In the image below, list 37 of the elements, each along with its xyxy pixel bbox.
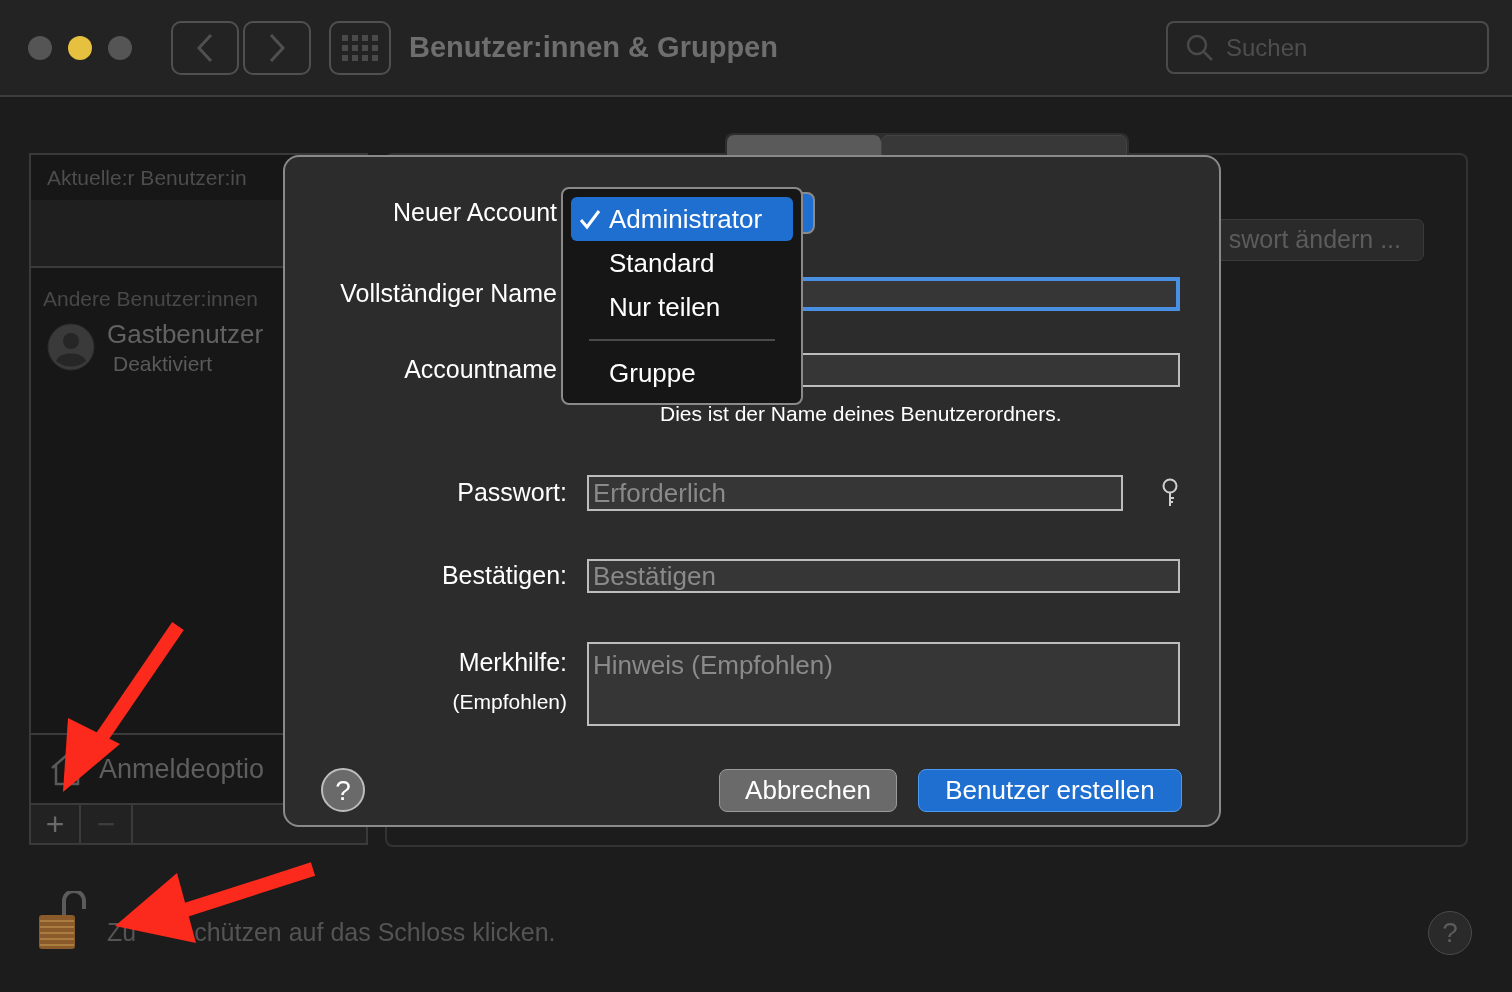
input-field[interactable]: Erforderlich <box>587 475 1123 511</box>
login-options-item[interactable]: Anmeldeoptio <box>99 748 265 790</box>
input-field[interactable]: Bestätigen <box>587 559 1180 593</box>
minimize-button[interactable] <box>68 35 92 60</box>
menu-item[interactable]: Standard <box>571 241 793 285</box>
user-status: Deaktiviert <box>112 350 214 377</box>
key-icon[interactable] <box>1161 478 1179 508</box>
avatar-icon <box>47 323 95 372</box>
text-area[interactable]: Hinweis (Empfohlen) <box>587 642 1180 726</box>
create-button[interactable]: Benutzer erstellen <box>918 768 1182 812</box>
field-label: Neuer Account <box>393 197 557 229</box>
chevron-left-icon <box>195 32 215 63</box>
help-button[interactable]: ? <box>321 768 365 812</box>
hint-text: Dies ist der Name deines Benutzerordners. <box>660 401 1063 424</box>
field-label: Accountname <box>404 354 557 386</box>
menu-item[interactable]: Administrator <box>571 197 793 241</box>
user-name: Gastbenutzer <box>107 318 264 351</box>
close-button[interactable] <box>28 35 52 60</box>
user-row[interactable]: Gastbenutzer Deaktiviert <box>31 314 366 377</box>
field-label: Vollständiger Name <box>340 278 557 310</box>
field-label: Merkhilfe: <box>458 647 567 678</box>
search-icon <box>1186 33 1214 62</box>
menu-item[interactable]: Nur teilen <box>571 285 793 329</box>
grid-icon <box>342 34 378 61</box>
cancel-button[interactable]: Abbrechen <box>719 768 897 812</box>
field-label: (Empfohlen) <box>452 688 567 715</box>
chevron-right-icon <box>267 32 287 63</box>
zoom-button[interactable] <box>108 35 132 60</box>
help-button[interactable]: ? <box>1428 911 1472 955</box>
field-label: Bestätigen: <box>441 560 567 592</box>
add-button[interactable]: + <box>31 805 81 843</box>
checkmark-icon <box>579 208 601 230</box>
menu-item[interactable]: Gruppe <box>571 351 793 395</box>
window-title: Benutzer:innen & Gruppen <box>409 29 778 65</box>
padlock-icon[interactable] <box>38 891 86 951</box>
field-label: Passwort: <box>457 477 567 509</box>
lock-hint: chützen auf das Schloss klicken. <box>194 917 556 949</box>
